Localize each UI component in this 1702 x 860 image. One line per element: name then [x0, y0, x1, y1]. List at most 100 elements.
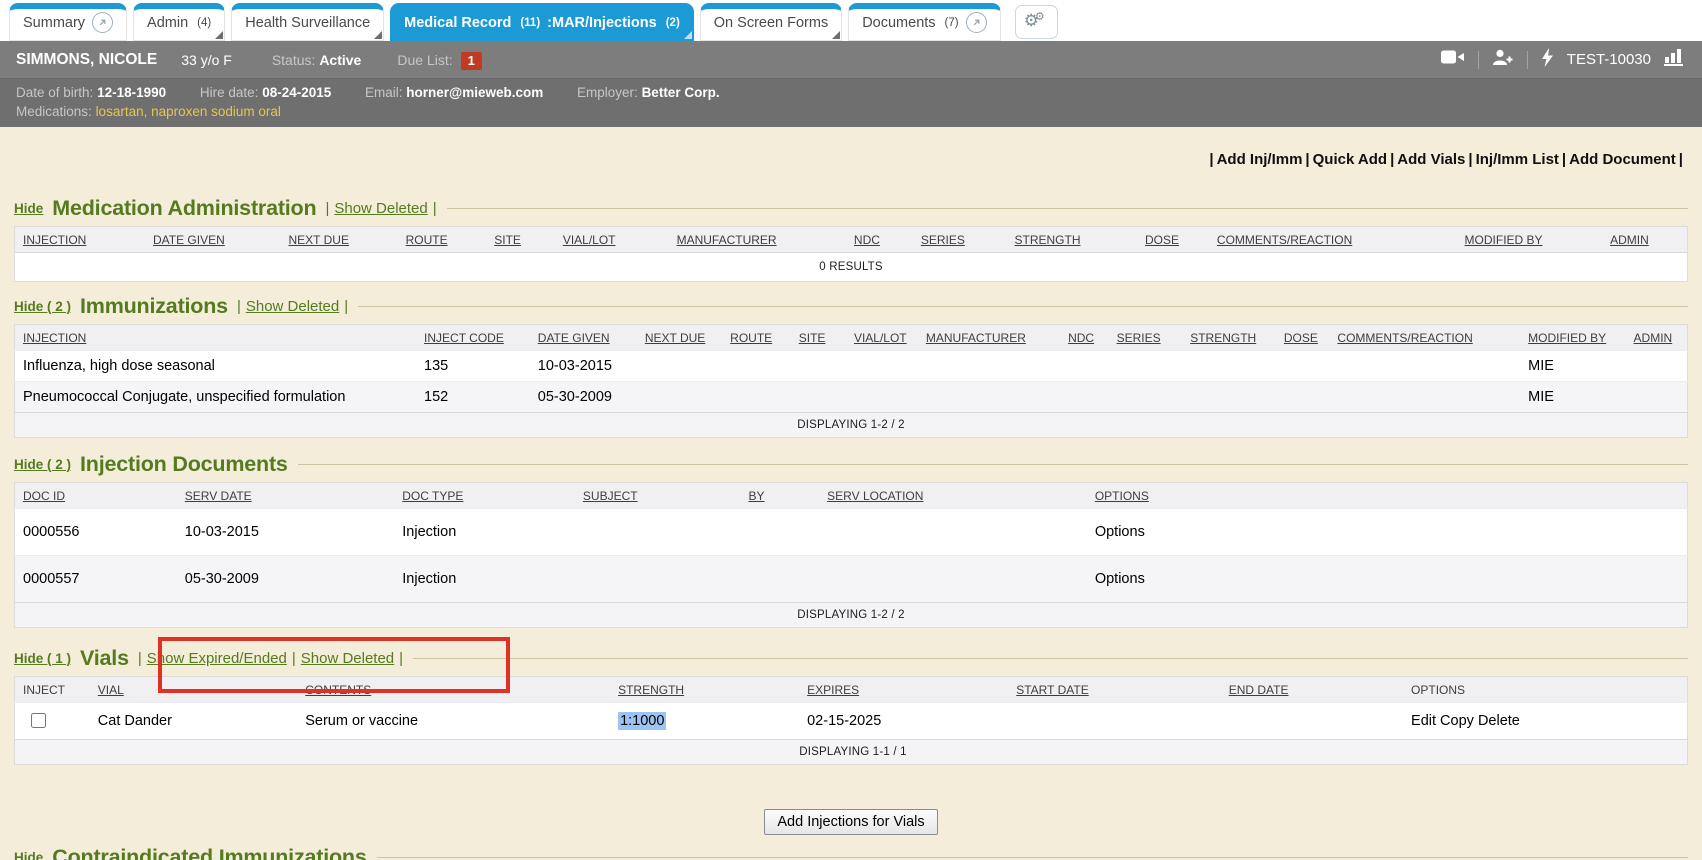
bar-chart-icon[interactable]	[1664, 48, 1686, 71]
column-header-strength[interactable]: STRENGTH	[1190, 331, 1256, 345]
medications-links[interactable]: losartan, naproxen sodium oral	[96, 104, 281, 119]
column-header-ndc[interactable]: NDC	[1068, 331, 1094, 345]
vials-filter-link[interactable]: Show Expired/Ended	[147, 650, 287, 667]
email-value: horner@mieweb.com	[406, 85, 543, 100]
column-header-serv-date[interactable]: SERV DATE	[185, 489, 252, 503]
action-link[interactable]: Add Vials	[1397, 151, 1465, 168]
row-checkbox[interactable]	[31, 713, 46, 728]
row-action-link[interactable]: Edit Copy Delete	[1411, 713, 1520, 729]
tab-documents[interactable]: Documents(7)	[848, 3, 1000, 41]
tab-admin[interactable]: Admin(4)	[133, 3, 225, 41]
column-header-injection[interactable]: INJECTION	[23, 331, 86, 345]
action-link[interactable]: Add Inj/Imm	[1217, 151, 1303, 168]
hide-link[interactable]: Hide ( 1 )	[14, 651, 71, 666]
column-header-doc-id[interactable]: DOC ID	[23, 489, 65, 503]
hide-link[interactable]: Hide ( 2 )	[14, 457, 71, 472]
column-header-dose[interactable]: DOSE	[1145, 233, 1179, 247]
show-deleted-link[interactable]: Show Deleted	[334, 200, 427, 217]
column-header-modified-by[interactable]: MODIFIED BY	[1528, 331, 1606, 345]
cell	[1276, 382, 1330, 413]
column-header-site[interactable]: SITE	[494, 233, 521, 247]
column-header-modified-by[interactable]: MODIFIED BY	[1465, 233, 1543, 247]
cell: 1:1000	[610, 703, 799, 740]
cell	[1626, 351, 1688, 382]
column-header-series[interactable]: SERIES	[1117, 331, 1161, 345]
column-header-expires[interactable]: EXPIRES	[807, 683, 859, 697]
action-link[interactable]: Inj/Imm List	[1476, 151, 1559, 168]
column-header-date-given[interactable]: DATE GIVEN	[153, 233, 225, 247]
separator: |	[1562, 151, 1566, 168]
lightning-bolt-icon[interactable]	[1541, 48, 1554, 72]
column-header-ndc[interactable]: NDC	[854, 233, 880, 247]
column-header-dose[interactable]: DOSE	[1284, 331, 1318, 345]
column-header-inject-code[interactable]: INJECT CODE	[424, 331, 504, 345]
tab-summary[interactable]: Summary	[9, 3, 127, 41]
column-header-comments-reaction[interactable]: COMMENTS/REACTION	[1217, 233, 1352, 247]
column-header-manufacturer[interactable]: MANUFACTURER	[677, 233, 777, 247]
column-header-admin[interactable]: ADMIN	[1610, 233, 1649, 247]
tab-medical-record[interactable]: Medical Record(11):MAR/Injections(2)	[390, 3, 694, 41]
video-camera-icon[interactable]	[1441, 49, 1465, 70]
hide-link[interactable]: Hide ( 2 )	[14, 299, 71, 314]
divider	[1478, 51, 1479, 69]
hide-link[interactable]: Hide	[14, 850, 43, 860]
cell: MIE	[1520, 382, 1625, 413]
cell	[1060, 382, 1109, 413]
action-link[interactable]: Add Document	[1569, 151, 1676, 168]
status-value: Active	[319, 52, 361, 68]
due-list-badge[interactable]: 1	[461, 52, 482, 70]
column-header-start-date[interactable]: START DATE	[1016, 683, 1088, 697]
section-title: Medication Administration	[52, 196, 316, 221]
add-person-icon[interactable]	[1492, 49, 1514, 71]
column-header-injection[interactable]: INJECTION	[23, 233, 86, 247]
cell	[575, 509, 741, 556]
hire-date-value: 08-24-2015	[262, 85, 331, 100]
column-header-serv-location[interactable]: SERV LOCATION	[827, 489, 923, 503]
separator: |	[1468, 151, 1472, 168]
row-action-link[interactable]: Options	[1095, 571, 1145, 587]
tab-label: On Screen Forms	[714, 15, 828, 31]
cell	[846, 351, 918, 382]
action-link[interactable]: Quick Add	[1313, 151, 1387, 168]
column-header-strength[interactable]: STRENGTH	[1015, 233, 1081, 247]
show-deleted-link[interactable]: Show Deleted	[246, 298, 339, 315]
column-header-doc-type[interactable]: DOC TYPE	[402, 489, 463, 503]
popout-icon[interactable]	[966, 12, 987, 33]
column-header-route[interactable]: ROUTE	[730, 331, 772, 345]
column-header-manufacturer[interactable]: MANUFACTURER	[926, 331, 1026, 345]
vials-actions: Add Injections for Vials	[0, 809, 1702, 835]
tab-on-screen-forms[interactable]: On Screen Forms	[700, 3, 842, 41]
hide-link[interactable]: Hide	[14, 201, 43, 216]
column-header-series[interactable]: SERIES	[921, 233, 965, 247]
column-header-vial-lot[interactable]: VIAL/LOT	[854, 331, 907, 345]
column-header-route[interactable]: ROUTE	[406, 233, 448, 247]
column-header-comments-reaction[interactable]: COMMENTS/REACTION	[1337, 331, 1472, 345]
column-header-strength[interactable]: STRENGTH	[618, 683, 684, 697]
column-header-vial[interactable]: VIAL	[98, 683, 124, 697]
column-header-end-date[interactable]: END DATE	[1229, 683, 1289, 697]
column-header-site[interactable]: SITE	[799, 331, 826, 345]
settings-gear-icon[interactable]: ⚙⚙	[1015, 5, 1058, 39]
column-header-by[interactable]: BY	[749, 489, 765, 503]
cell	[918, 351, 1060, 382]
column-header-options[interactable]: OPTIONS	[1095, 489, 1149, 503]
employer-value: Better Corp.	[642, 85, 720, 100]
column-header-vial-lot[interactable]: VIAL/LOT	[563, 233, 616, 247]
hire-date-label: Hire date:	[200, 85, 259, 100]
separator: |	[1209, 151, 1213, 168]
column-header-next-due[interactable]: NEXT DUE	[288, 233, 348, 247]
divider	[1527, 51, 1528, 69]
row-action-link[interactable]: Options	[1095, 524, 1145, 540]
popout-icon[interactable]	[92, 12, 113, 33]
add-injections-for-vials-button[interactable]: Add Injections for Vials	[764, 809, 937, 835]
cell	[1060, 351, 1109, 382]
column-header-contents[interactable]: CONTENTS	[305, 683, 371, 697]
column-header-next-due[interactable]: NEXT DUE	[645, 331, 705, 345]
mar-injections-page: |Add Inj/Imm|Quick Add|Add Vials|Inj/Imm…	[0, 127, 1702, 860]
column-header-subject[interactable]: SUBJECT	[583, 489, 638, 503]
immunizations-table: INJECTION INJECT CODE DATE GIVEN NEXT DUE RO…	[14, 324, 1688, 438]
column-header-date-given[interactable]: DATE GIVEN	[538, 331, 610, 345]
tab-health-surveillance[interactable]: Health Surveillance	[231, 3, 384, 41]
vials-filter-link[interactable]: Show Deleted	[301, 650, 394, 667]
column-header-admin[interactable]: ADMIN	[1634, 331, 1673, 345]
